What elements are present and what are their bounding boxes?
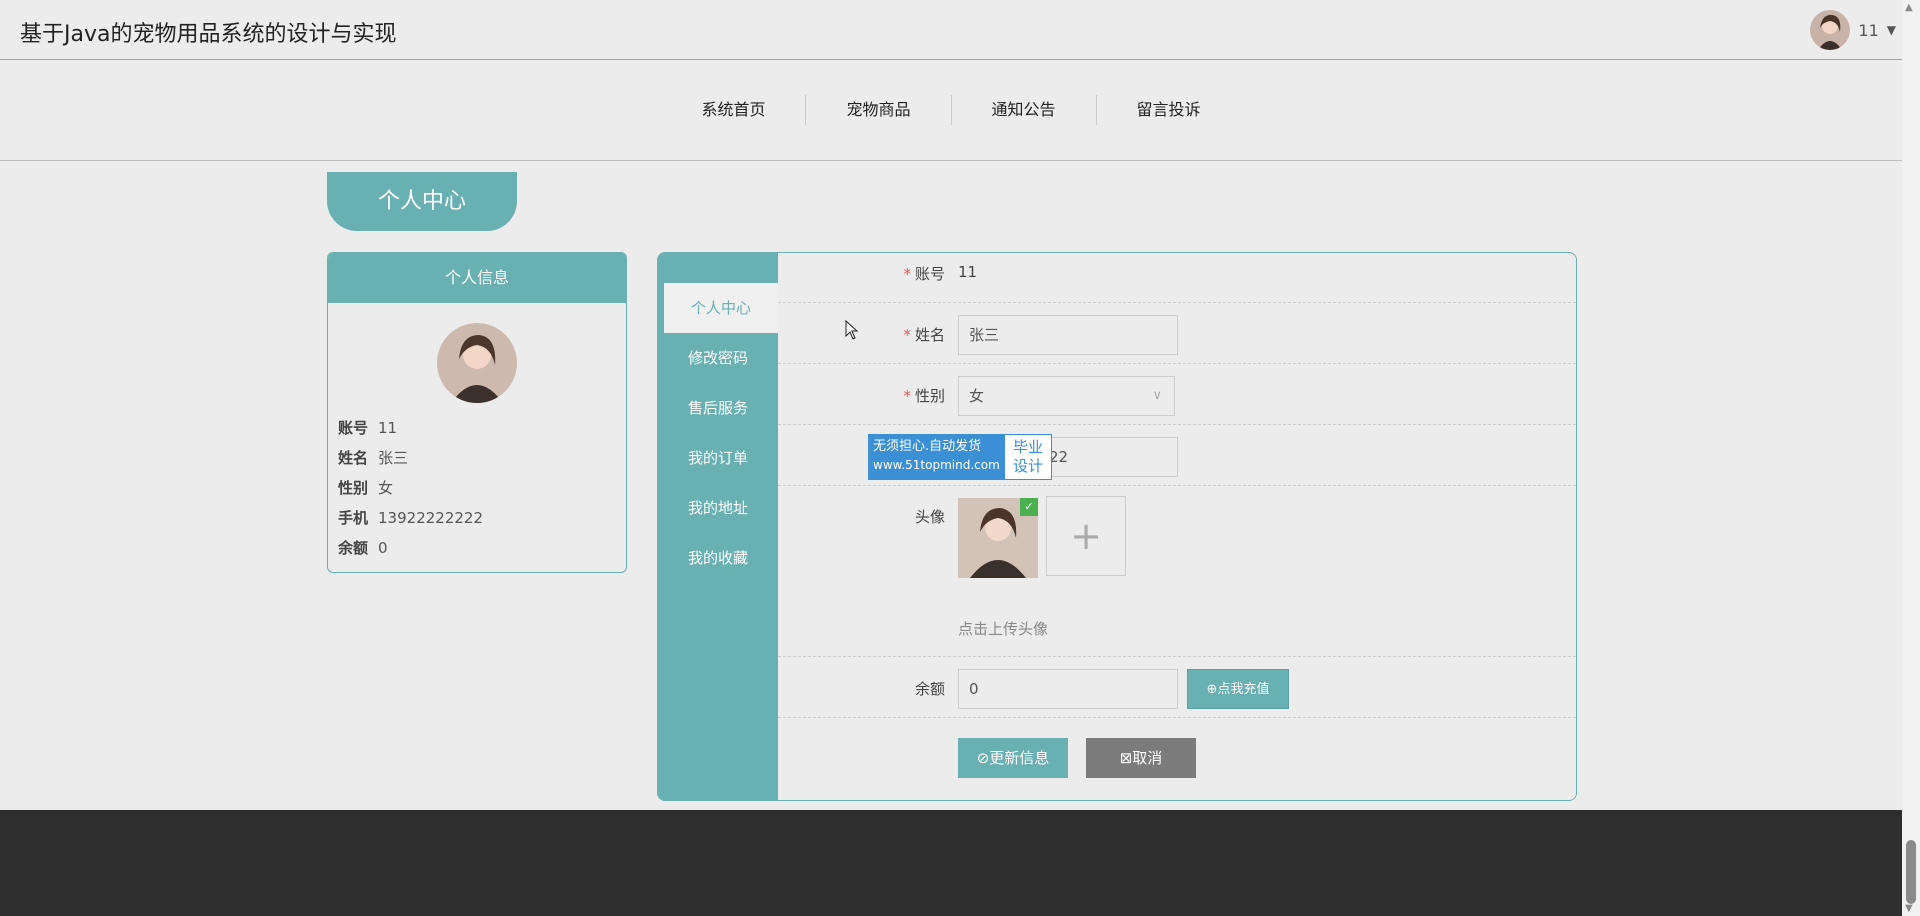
info-value: 女 xyxy=(378,479,394,497)
nav-item-notices[interactable]: 通知公告 xyxy=(952,95,1097,125)
recharge-button[interactable]: ⊕点我充值 xyxy=(1187,669,1289,709)
watermark-right-line: 毕业 xyxy=(1012,438,1043,456)
nav-item-pet-products[interactable]: 宠物商品 xyxy=(806,95,952,125)
info-label: 性别 xyxy=(338,479,369,497)
side-menu-item-profile[interactable]: 个人中心 xyxy=(664,283,778,333)
name-input[interactable]: 张三 xyxy=(958,315,1178,355)
info-row-gender: 性别女 xyxy=(328,473,626,503)
watermark-url: www.51topmind.com xyxy=(873,458,1000,472)
scroll-up-icon[interactable]: ▲ xyxy=(1905,2,1913,13)
info-row-phone: 手机 13922222222 xyxy=(328,503,626,533)
required-mark: * xyxy=(903,326,911,344)
gender-select[interactable]: 女 ∨ xyxy=(958,376,1175,416)
form-row-avatar: 头像 ✓ + 点击上传头像 xyxy=(778,486,1576,657)
side-menu-item-favorites[interactable]: 我的收藏 xyxy=(658,533,778,583)
profile-info-title: 个人信息 xyxy=(328,253,626,303)
mouse-cursor-icon xyxy=(845,320,859,340)
main-nav: 系统首页 宠物商品 通知公告 留言投诉 xyxy=(0,60,1902,161)
form-row-gender: * 性别 女 ∨ xyxy=(778,364,1576,425)
profile-edit-panel: 个人中心 修改密码 售后服务 我的订单 我的地址 我的收藏 * 账号 11 * 姓名… xyxy=(657,252,1577,801)
upload-avatar-button[interactable]: + xyxy=(1046,496,1126,576)
user-menu[interactable]: 11 ▼ xyxy=(1810,10,1896,50)
app-title: 基于Java的宠物用品系统的设计与实现 xyxy=(20,22,397,47)
info-label: 手机 xyxy=(338,509,369,527)
form-row-account: * 账号 11 xyxy=(778,253,1576,303)
chevron-down-icon: ∨ xyxy=(1152,388,1162,403)
vertical-scrollbar[interactable]: ▲ ▼ xyxy=(1902,0,1920,916)
page-footer xyxy=(0,810,1902,916)
scrollbar-thumb[interactable] xyxy=(1906,840,1916,904)
side-menu-item-orders[interactable]: 我的订单 xyxy=(658,433,778,483)
balance-label: 余额 xyxy=(914,680,945,698)
gender-label: 性别 xyxy=(914,387,945,405)
profile-info-card: 个人信息 账号 11 姓名 张三 性别女 手机 13922222222 余额 0 xyxy=(327,252,627,573)
info-value: 张三 xyxy=(378,449,409,467)
close-square-icon: ⊠ xyxy=(1119,749,1133,767)
info-value: 0 xyxy=(378,539,388,557)
avatar-label: 头像 xyxy=(914,508,945,526)
required-mark: * xyxy=(903,387,911,405)
update-info-button[interactable]: ⊘更新信息 xyxy=(958,738,1068,778)
plus-icon: + xyxy=(1070,514,1102,558)
chevron-down-icon[interactable]: ▼ xyxy=(1887,23,1896,37)
form-row-name: * 姓名 张三 xyxy=(778,303,1576,364)
side-menu-item-change-password[interactable]: 修改密码 xyxy=(658,333,778,383)
account-label: 账号 xyxy=(914,265,945,283)
required-mark: * xyxy=(903,265,911,283)
info-label: 余额 xyxy=(338,539,369,557)
info-label: 姓名 xyxy=(338,449,369,467)
profile-side-menu: 个人中心 修改密码 售后服务 我的订单 我的地址 我的收藏 xyxy=(658,253,778,800)
user-avatar[interactable] xyxy=(1810,10,1851,50)
page-title: 个人中心 xyxy=(327,172,517,231)
check-circle-icon: ⊘ xyxy=(976,749,990,767)
info-label: 账号 xyxy=(338,419,369,437)
top-bar: 基于Java的宠物用品系统的设计与实现 11 ▼ xyxy=(0,0,1902,60)
scroll-down-icon[interactable]: ▼ xyxy=(1905,903,1913,914)
uploaded-avatar-thumbnail[interactable]: ✓ xyxy=(958,498,1038,578)
nav-item-complaints[interactable]: 留言投诉 xyxy=(1097,95,1241,125)
upload-hint: 点击上传头像 xyxy=(958,620,1049,638)
side-menu-item-after-sales[interactable]: 售后服务 xyxy=(658,383,778,433)
info-row-name: 姓名 张三 xyxy=(328,443,626,473)
account-value: 11 xyxy=(958,263,978,281)
info-row-account: 账号 11 xyxy=(328,413,626,443)
profile-avatar xyxy=(437,323,517,403)
profile-form: * 账号 11 * 姓名 张三 * 性别 女 ∨ 22 头像 ✓ + 点击上传头… xyxy=(778,253,1576,800)
cancel-button[interactable]: ⊠取消 xyxy=(1086,738,1196,778)
user-name[interactable]: 11 xyxy=(1858,21,1878,40)
form-row-balance: 余额 0 ⊕点我充值 xyxy=(778,657,1576,718)
check-icon: ✓ xyxy=(1020,498,1038,516)
gender-value: 女 xyxy=(969,387,985,405)
side-menu-item-addresses[interactable]: 我的地址 xyxy=(658,483,778,533)
info-value: 11 xyxy=(378,419,398,437)
nav-item-home[interactable]: 系统首页 xyxy=(661,95,807,125)
watermark-badge: 无须担心.自动发货 www.51topmind.com 毕业 设计 xyxy=(868,434,1052,480)
form-actions: ⊘更新信息 ⊠取消 xyxy=(778,718,1576,798)
watermark-right-line: 设计 xyxy=(1012,457,1043,475)
balance-input[interactable]: 0 xyxy=(958,669,1178,709)
recharge-icon: ⊕ xyxy=(1206,682,1218,697)
name-label: 姓名 xyxy=(914,326,945,344)
info-row-balance: 余额 0 xyxy=(328,533,626,563)
watermark-line: 无须担心.自动发货 xyxy=(873,439,982,454)
info-value: 13922222222 xyxy=(378,509,483,527)
